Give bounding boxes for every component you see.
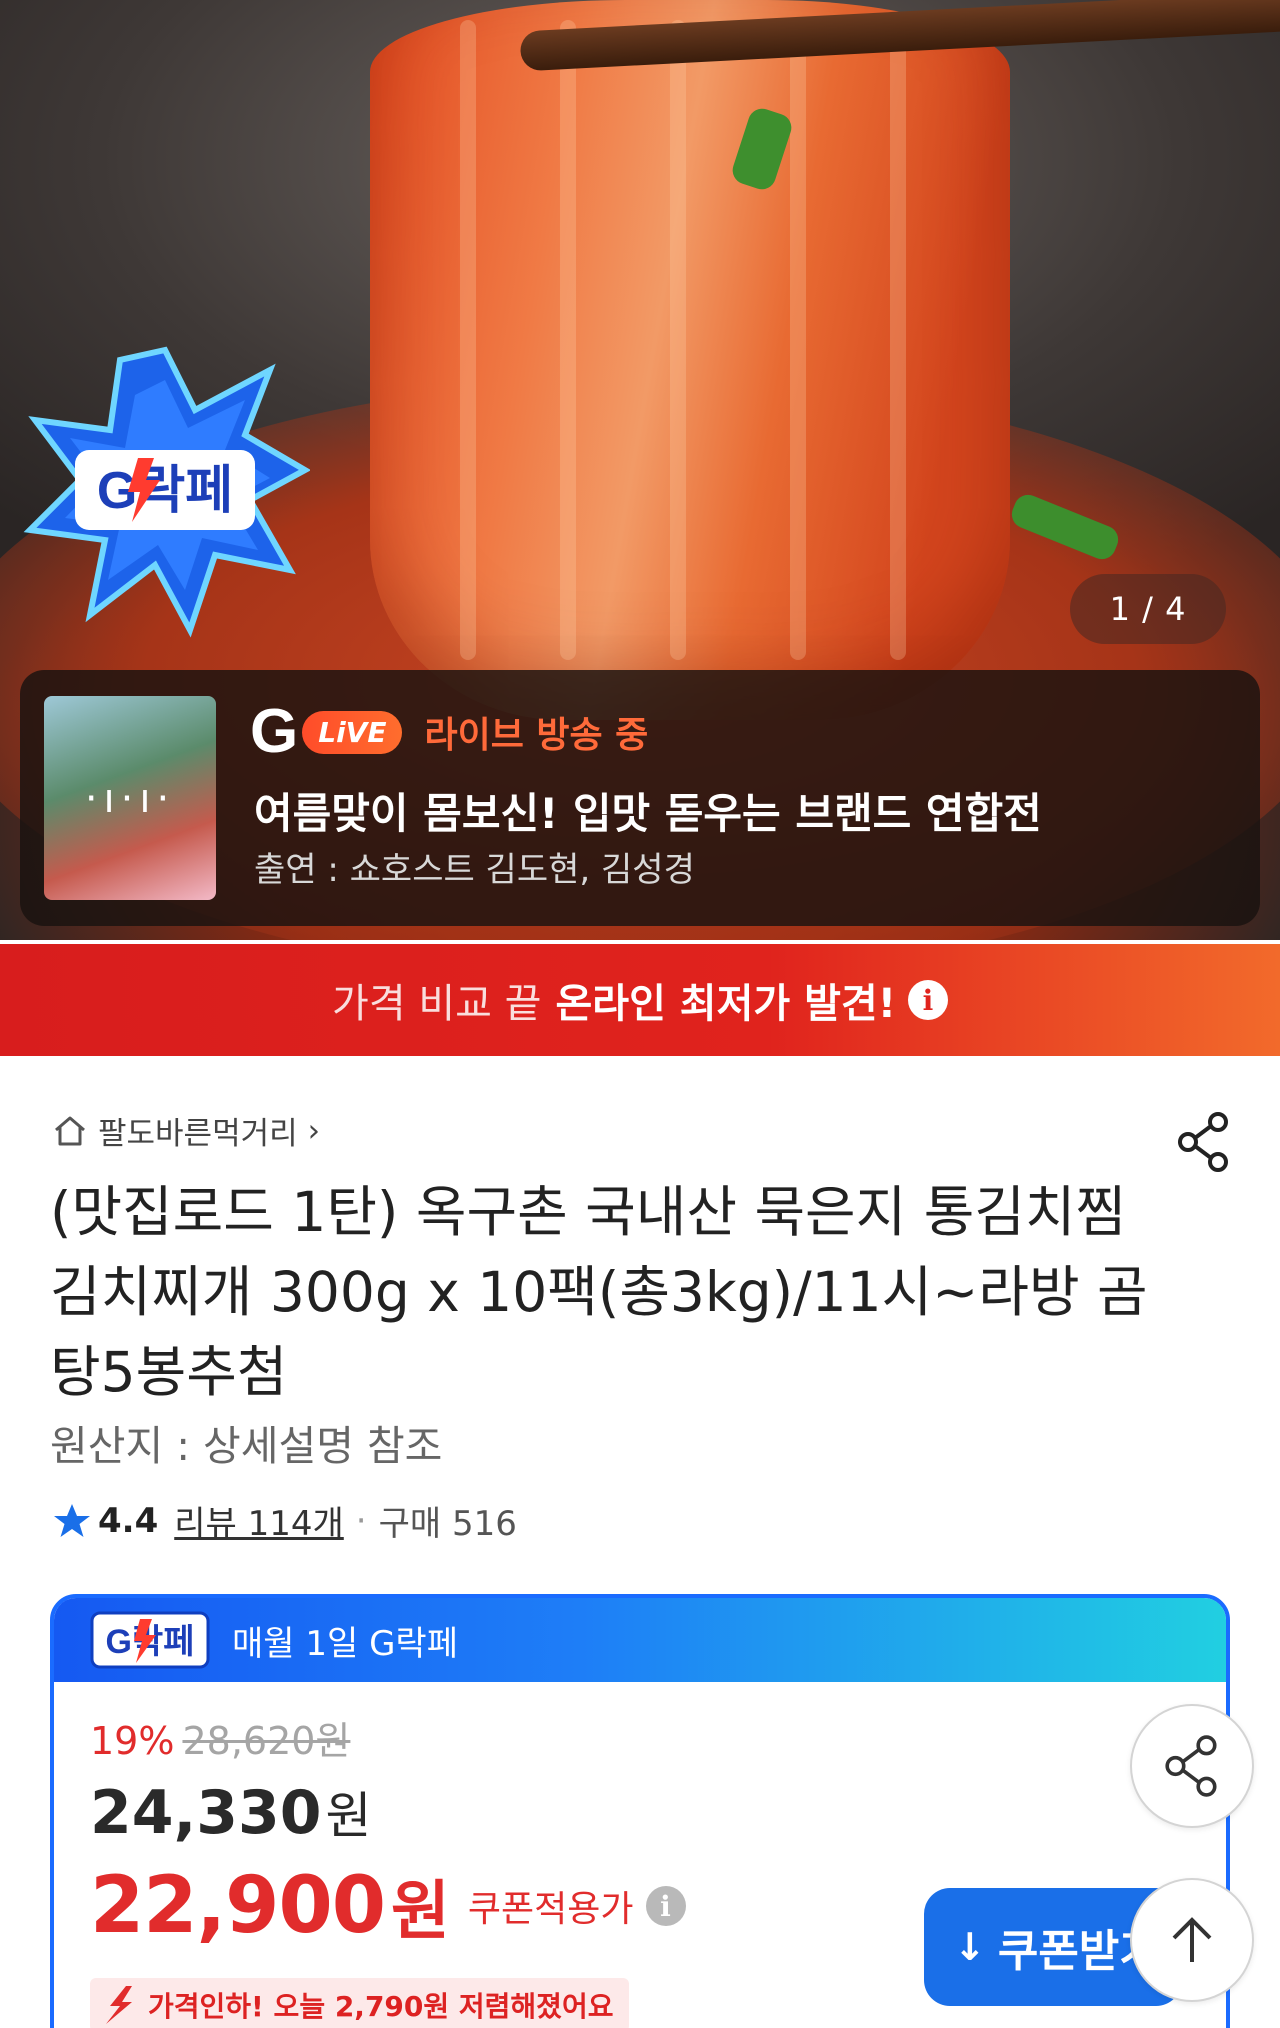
separator: · [355, 1500, 367, 1541]
floating-share-button[interactable] [1130, 1704, 1254, 1828]
discount-row: 19% 28,620원 [90, 1710, 350, 1765]
sale-price-value: 24,330 [90, 1778, 322, 1848]
scroll-to-top-button[interactable] [1130, 1878, 1254, 2002]
review-count-link[interactable]: 리뷰 114개 [174, 1496, 344, 1545]
live-title: 여름맞이 몸보신! 입맛 돋우는 브랜드 연합전 [254, 789, 1042, 838]
price-card-header[interactable]: G락페 매월 1일 G락페 [54, 1598, 1226, 1682]
slide-counter: 1 / 4 [1070, 574, 1226, 644]
kimchi-strand [560, 20, 576, 660]
product-origin: 원산지 : 상세설명 참조 [50, 1422, 443, 1470]
discount-percent: 19% [90, 1719, 175, 1763]
seller-breadcrumb[interactable]: 팔도바른먹거리 › [52, 1108, 320, 1153]
rating-value: 4.4 [98, 1500, 159, 1541]
product-hero-image[interactable]: G락페 1 / 4 ·ı·ı· G LiVE 라이브 방송 중 여름맞이 몸보신… [0, 0, 1280, 940]
g-lock-festival-logo: G락페 [23, 346, 310, 638]
rating-row: 4.4 리뷰 114개 · 구매 516 [52, 1496, 517, 1545]
banner-light-text: 가격 비교 끝 [332, 981, 542, 1027]
live-broadcast-banner[interactable]: ·ı·ı· G LiVE 라이브 방송 중 여름맞이 몸보신! 입맛 돋우는 브… [20, 670, 1260, 926]
seller-name[interactable]: 팔도바른먹거리 [98, 1108, 298, 1153]
live-cast: 출연 : 쇼호스트 김도현, 김성경 [254, 850, 695, 890]
sale-price: 24,330원 [90, 1776, 372, 1848]
price-drop-arrow-icon [106, 1986, 132, 2024]
share-icon [1165, 1735, 1217, 1797]
coupon-price-label: 쿠폰적용가 [467, 1889, 634, 1930]
live-thumbnail[interactable]: ·ı·ı· [44, 696, 216, 900]
share-icon[interactable] [1176, 1112, 1232, 1172]
price-drop-text: 가격인하! 오늘 2,790원 저렴해졌어요 [148, 1990, 614, 2023]
coupon-price-row: 22,900 원 쿠폰적용가 i [90, 1860, 686, 1952]
info-icon[interactable]: i [645, 1886, 686, 1926]
live-badge: LiVE [302, 710, 403, 754]
download-icon: ↓ [954, 1925, 986, 1969]
kimchi-strand [670, 20, 686, 660]
logo-text: G락페 [97, 462, 233, 520]
purchase-count: 구매 516 [378, 1504, 517, 1544]
star-icon [54, 1503, 90, 1537]
chevron-right-icon: › [307, 1112, 321, 1149]
info-icon[interactable]: i [907, 980, 948, 1020]
banner-bold-text: 온라인 최저가 발견! [555, 981, 896, 1027]
kimchi-strand [460, 20, 476, 660]
kimchi-strand [790, 20, 806, 660]
live-header: G LiVE 라이브 방송 중 [250, 697, 649, 766]
coupon-price-unit: 원 [391, 1875, 450, 1949]
sale-price-unit: 원 [325, 1787, 372, 1845]
home-icon [55, 1116, 85, 1145]
price-drop-notice: 가격인하! 오늘 2,790원 저렴해졌어요 [90, 1978, 630, 2028]
lowest-price-banner[interactable]: 가격 비교 끝 온라인 최저가 발견! i [0, 944, 1280, 1056]
arrow-up-icon [1172, 1917, 1212, 1962]
original-price: 28,620원 [182, 1719, 351, 1763]
live-status-text: 라이브 방송 중 [424, 715, 649, 756]
live-equalizer-icon: ·ı·ı· [84, 776, 176, 822]
coupon-price-value: 22,900 [90, 1861, 386, 1951]
gmarket-g-logo: G [250, 697, 299, 766]
kimchi-strand [890, 20, 906, 660]
g-lock-festival-mini-logo: G락페 [90, 1611, 210, 1669]
kimchi-graphic [370, 0, 1010, 720]
product-title: (맛집로드 1탄) 옥구촌 국내산 묵은지 통김치찜 김치찌개 300g x 1… [50, 1180, 1148, 1404]
price-card-header-text: 매월 1일 G락페 [232, 1623, 458, 1664]
